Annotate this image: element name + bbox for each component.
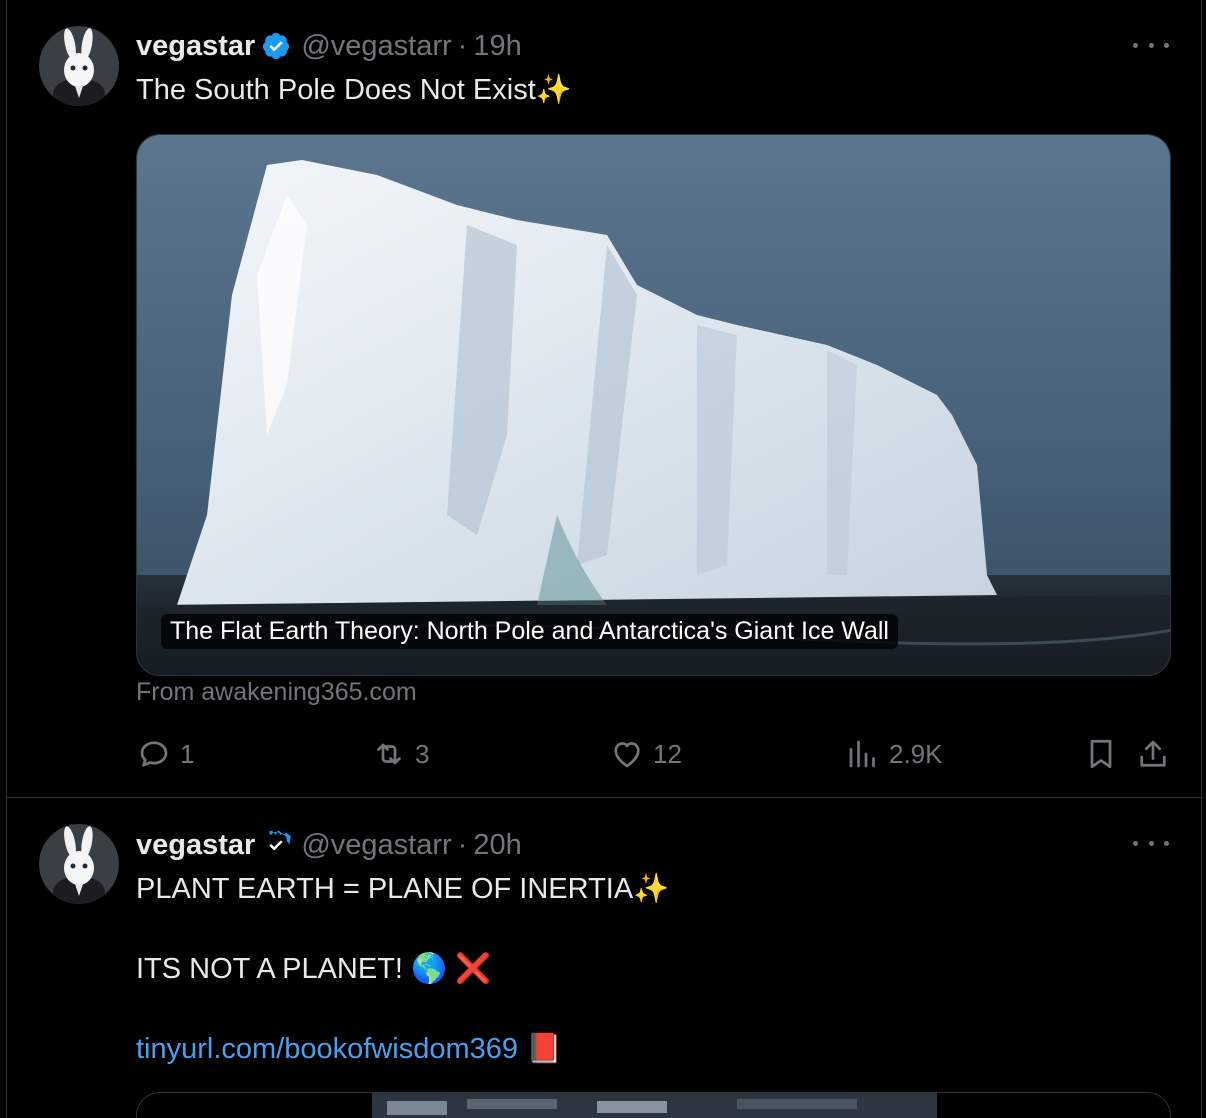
tweet[interactable]: vegastar @vegastarr · 19h The South Pole… [7, 0, 1203, 798]
views-count: 2.9K [889, 738, 943, 769]
avatar[interactable] [39, 26, 119, 106]
like-button[interactable]: 12 [609, 734, 682, 774]
share-icon [1140, 740, 1166, 767]
views-button[interactable]: 2.9K [845, 734, 943, 774]
share-button[interactable] [1135, 734, 1171, 774]
avatar[interactable] [39, 824, 119, 904]
bookmark-icon [1090, 739, 1112, 769]
tweet-text: The South Pole Does Not Exist✨ [136, 74, 572, 106]
timestamp[interactable]: 19h [473, 30, 521, 63]
tweet-link[interactable]: tinyurl.com/bookofwisdom369 [136, 1033, 518, 1065]
reply-count: 1 [180, 738, 195, 769]
author-name[interactable]: vegastar [136, 30, 255, 63]
more-options-icon[interactable] [1133, 833, 1169, 853]
link-card[interactable]: The Flat Earth Theory: North Pole and An… [136, 134, 1171, 676]
iceberg-image [137, 135, 1170, 675]
tweet-header: vegastar @vegastarr · 19h [136, 26, 522, 66]
card-title: The Flat Earth Theory: North Pole and An… [161, 614, 898, 649]
heart-icon [614, 742, 640, 768]
tweet[interactable]: vegastar @vegastarr · 20h PLANT EARTH = … [7, 799, 1203, 1118]
separator-dot: · [457, 29, 468, 62]
tweet-link-line: tinyurl.com/bookofwisdom369 📕 [136, 1029, 562, 1069]
verified-badge-icon [269, 830, 292, 851]
timestamp[interactable]: 20h [473, 829, 521, 862]
views-icon [849, 740, 875, 768]
tweet-text-line: ITS NOT A PLANET! 🌎 ❌ [136, 953, 492, 985]
more-options-icon[interactable] [1133, 35, 1169, 55]
separator-dot: · [457, 828, 468, 861]
author-name[interactable]: vegastar [136, 829, 255, 862]
book-emoji: 📕 [526, 1033, 563, 1065]
card-source[interactable]: From awakening365.com [136, 678, 417, 707]
retweet-count: 3 [415, 738, 430, 769]
video-thumbnail [137, 1093, 1170, 1118]
author-handle[interactable]: @vegastarr [301, 829, 451, 862]
verified-badge-icon [263, 32, 290, 60]
author-handle[interactable]: @vegastarr [301, 30, 451, 63]
reply-icon [140, 741, 168, 767]
retweet-button[interactable]: 3 [371, 734, 429, 774]
reply-button[interactable]: 1 [136, 734, 194, 774]
media-preview[interactable] [136, 1092, 1171, 1118]
retweet-icon [377, 743, 401, 765]
bookmark-button[interactable] [1083, 734, 1119, 774]
timeline: vegastar @vegastarr · 19h The South Pole… [6, 0, 1203, 1118]
tweet-text-line: PLANT EARTH = PLANE OF INERTIA✨ [136, 873, 670, 905]
tweet-header: vegastar @vegastarr · 20h [136, 825, 522, 865]
like-count: 12 [653, 738, 682, 769]
